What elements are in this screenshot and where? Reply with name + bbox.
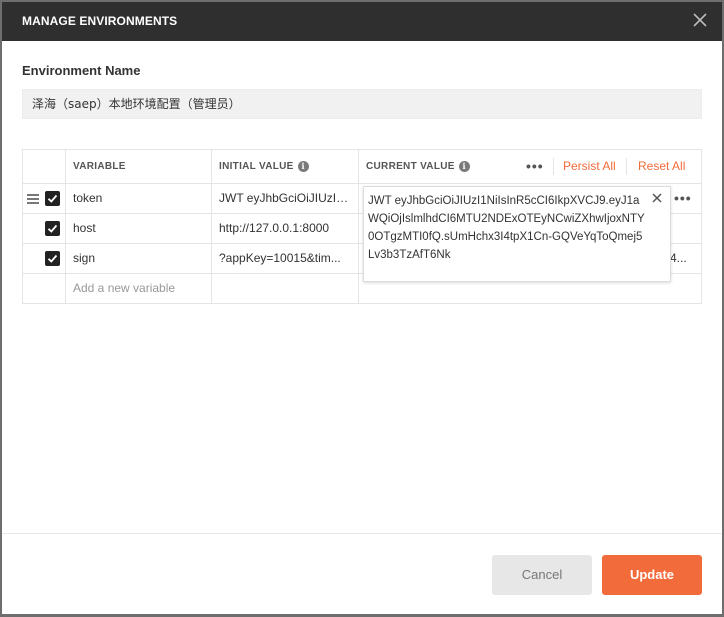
dialog-title: MANAGE ENVIRONMENTS <box>22 14 178 28</box>
info-icon[interactable]: i <box>297 160 309 172</box>
initial-value-cell[interactable]: JWT eyJhbGciOiJIUzI1... <box>219 184 351 213</box>
clear-icon[interactable] <box>650 191 664 205</box>
environment-name-input[interactable]: 泽海（saep）本地环境配置（管理员） <box>22 89 702 119</box>
current-value-editor[interactable]: JWT eyJhbGciOiJIUzI1NiIsInR5cCI6IkpXVCJ9… <box>363 186 671 282</box>
info-icon[interactable]: i <box>458 160 470 172</box>
row-checkbox-token[interactable] <box>45 191 60 206</box>
initial-value-cell[interactable]: ?appKey=10015&tim... <box>219 244 351 273</box>
drag-handle-icon[interactable] <box>27 194 39 204</box>
initial-value-cell[interactable]: http://127.0.0.1:8000 <box>219 214 351 243</box>
close-icon[interactable] <box>690 10 710 30</box>
current-value-cell[interactable]: 4... <box>670 244 695 273</box>
manage-environments-dialog: MANAGE ENVIRONMENTS Environment Name 泽海（… <box>2 2 722 614</box>
row-checkbox-sign[interactable] <box>45 251 60 266</box>
variable-name-cell[interactable]: sign <box>73 244 203 273</box>
row-more-options-icon[interactable]: ••• <box>674 191 692 205</box>
persist-all-button[interactable]: Persist All <box>563 150 616 183</box>
add-variable-input[interactable]: Add a new variable <box>73 274 203 303</box>
row-checkbox-host[interactable] <box>45 221 60 236</box>
update-button[interactable]: Update <box>602 555 702 595</box>
initial-value-label: INITIAL VALUE <box>219 161 294 172</box>
column-header-initial-value: INITIAL VALUE i <box>219 150 309 183</box>
environment-name-label: Environment Name <box>22 63 141 78</box>
column-header-current-value: CURRENT VALUE i <box>366 150 470 183</box>
footer-divider <box>2 533 722 534</box>
column-header-variable: VARIABLE <box>73 161 126 172</box>
current-value-text: JWT eyJhbGciOiJIUzI1NiIsInR5cCI6IkpXVCJ9… <box>368 195 645 261</box>
variable-name-cell[interactable]: host <box>73 214 203 243</box>
dialog-header: MANAGE ENVIRONMENTS <box>2 2 722 41</box>
variable-name-cell[interactable]: token <box>73 184 203 213</box>
current-value-label: CURRENT VALUE <box>366 161 455 172</box>
more-options-icon[interactable]: ••• <box>526 159 544 173</box>
reset-all-button[interactable]: Reset All <box>638 150 685 183</box>
cancel-button[interactable]: Cancel <box>492 555 592 595</box>
